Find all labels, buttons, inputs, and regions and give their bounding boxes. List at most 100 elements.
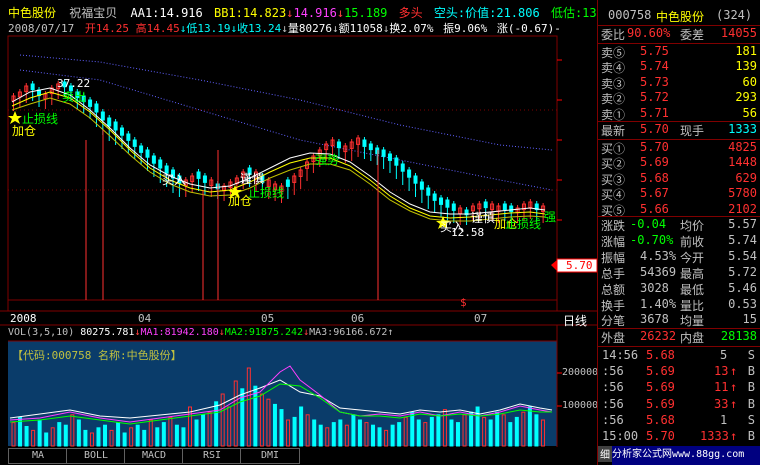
- tick-time: :56: [602, 380, 624, 395]
- weibi-value: 90.60%: [627, 26, 671, 40]
- stat-label: 涨幅: [601, 234, 626, 249]
- candle: [451, 203, 456, 211]
- stat-label: 换手: [601, 298, 626, 313]
- tab-boll[interactable]: BOLL: [66, 448, 126, 464]
- ma-line-yellow-2: [11, 97, 546, 222]
- tab-ma[interactable]: MA: [8, 448, 68, 464]
- latest-value: 5.70: [640, 122, 669, 136]
- volume-bar: [253, 385, 258, 447]
- quote-row: 振幅 4.53% 今开 5.54: [598, 249, 760, 266]
- stat-value: 0.53: [728, 296, 757, 311]
- amount-value: 额11058: [338, 22, 383, 35]
- volume-bar: [103, 424, 108, 447]
- up-arrow-icon: ↑: [387, 327, 394, 338]
- tab-rsi[interactable]: RSI: [182, 448, 242, 464]
- neipan-label: 内盘: [680, 331, 705, 345]
- candle: [483, 201, 488, 209]
- tick-flag: S: [747, 348, 755, 362]
- stat-value: 54369: [640, 264, 677, 279]
- stat-value: 3028: [640, 280, 669, 295]
- tick-price: 5.69: [646, 396, 675, 411]
- detail-tab[interactable]: 细: [598, 446, 612, 462]
- quote-row: 15:00 5.70 1333 ↑ B: [598, 429, 760, 446]
- volume-bar: [76, 419, 81, 447]
- candle: [88, 99, 93, 107]
- quote-panel: 000758 中色股份 (324) 委比 90.60% 委差 14055 卖⑤ 5…: [597, 0, 760, 465]
- volume-bar: [397, 422, 402, 447]
- buy-price: 5.67: [640, 186, 669, 201]
- price-grid: [8, 109, 557, 191]
- low-price-label: 12.58: [451, 226, 485, 239]
- tick-flag: B: [747, 364, 755, 379]
- volume-bar: [495, 411, 500, 447]
- quote-row: 换手 1.40% 量比 0.53: [598, 297, 760, 314]
- candle: [439, 197, 444, 205]
- weicha-label: 委差: [680, 28, 705, 42]
- volume-bar: [24, 426, 29, 447]
- tick-price: 5.68: [646, 348, 675, 362]
- buy-price: 5.68: [640, 170, 669, 185]
- volume-bar: [436, 414, 441, 447]
- tick-price: 5.68: [646, 412, 675, 427]
- candle: [132, 139, 137, 147]
- sell-volume: 139: [735, 59, 757, 74]
- stat-label: 量比: [680, 298, 705, 313]
- price-tag: 5.70: [566, 259, 593, 272]
- stat-value: 5.54: [728, 248, 757, 263]
- tick-volume: 13: [714, 364, 729, 379]
- xianshou-value: 1333: [728, 122, 757, 136]
- x-axis-label: 2008: [10, 312, 37, 325]
- tab-macd[interactable]: MACD: [124, 448, 184, 464]
- volume-bar: [57, 422, 62, 447]
- volume-bar: [455, 422, 460, 447]
- quote-row: 总手 54369 最高 5.72: [598, 265, 760, 282]
- buy-volume: 5780: [728, 186, 757, 201]
- buy-volume: 2102: [728, 201, 757, 216]
- buy-price: 5.66: [640, 201, 669, 216]
- date: 2008/07/17: [8, 22, 75, 35]
- stat-value: 4.53%: [640, 248, 677, 263]
- stat-label: 今开: [680, 250, 705, 265]
- stat-value: 5.74: [728, 232, 757, 247]
- down-arrow-icon: ↓: [331, 22, 339, 35]
- vol-label: VOL(3,5,10): [8, 327, 75, 338]
- kongtou-label: 空头:价值:21.806: [433, 6, 540, 20]
- tick-price: 5.70: [646, 429, 675, 443]
- volume-bar: [63, 424, 68, 447]
- candle: [196, 171, 201, 179]
- candle: [432, 193, 437, 201]
- waipan-value: 26232: [640, 329, 677, 343]
- volume-bar: [161, 422, 166, 447]
- candle: [336, 141, 341, 149]
- quote-row: :56 5.69 13 ↑ B: [598, 364, 760, 381]
- candle: [145, 149, 150, 158]
- x-axis-label: 04: [138, 312, 152, 325]
- chart-canvas[interactable]: [0, 0, 597, 465]
- tab-dmi[interactable]: DMI: [240, 448, 300, 464]
- candle: [387, 153, 392, 161]
- stock-name: 中色股份: [656, 10, 705, 24]
- candle: [368, 143, 373, 151]
- candle: [381, 149, 386, 157]
- stat-label: 均量: [680, 314, 705, 329]
- stat-label: 最高: [680, 266, 705, 281]
- stat-label: 均价: [680, 219, 705, 233]
- candle: [139, 145, 144, 153]
- volume-bar: [377, 427, 382, 447]
- low-value: 低13.19: [186, 22, 231, 35]
- volume-axis-label: 100000: [562, 400, 599, 411]
- period-label[interactable]: 日线: [563, 312, 587, 329]
- tick-volume: 33: [714, 396, 729, 411]
- volume-bar: [351, 414, 356, 447]
- sell-price: 5.75: [640, 44, 669, 58]
- volume-bar: [371, 424, 376, 447]
- tick-time: :56: [602, 364, 624, 379]
- volume-bar: [312, 419, 317, 447]
- volume-bar: [508, 422, 513, 447]
- bb1-value: BB1:14.823: [213, 6, 287, 20]
- dollar-marker: $: [460, 296, 467, 309]
- stock-code: 000758: [608, 8, 652, 22]
- quote-row: :56 5.68 1 S: [598, 413, 760, 430]
- up-arrow-icon: ↑: [730, 396, 738, 411]
- volume-bar: [331, 422, 336, 447]
